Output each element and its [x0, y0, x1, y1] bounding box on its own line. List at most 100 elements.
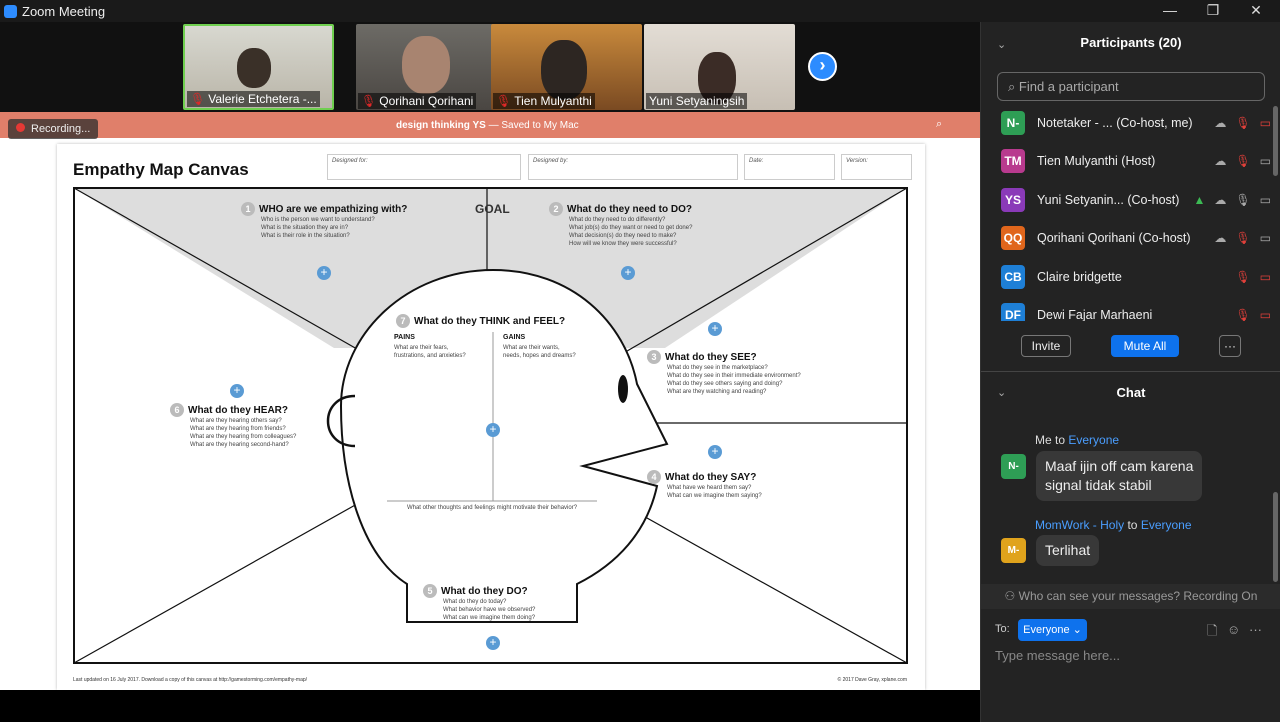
participants-header: Participants (20) — [1080, 35, 1182, 50]
chat-bubble: Terlihat — [1036, 535, 1100, 566]
video-off-icon[interactable]: ▭ — [1260, 116, 1271, 130]
video-icon[interactable]: ▭ — [1260, 193, 1271, 207]
participant-name: Notetaker - ... (Co-host, me) — [1037, 116, 1193, 130]
recipient-dropdown[interactable]: Everyone ⌄ — [1018, 619, 1087, 641]
participant-video — [237, 48, 271, 88]
video-tile[interactable]: 🎙 Qorihani Qorihani — [356, 24, 507, 110]
video-tile[interactable]: 🎙 Tien Mulyanthi — [491, 24, 642, 110]
participant-name: Tien Mulyanthi (Host) — [1037, 154, 1156, 168]
cloud-recording-icon: ☁ — [1214, 116, 1227, 130]
cloud-recording-icon: ☁ — [1214, 231, 1227, 245]
invite-button[interactable]: Invite — [1021, 335, 1071, 357]
to-label: To: — [995, 623, 1010, 635]
chat-avatar: M- — [1001, 538, 1026, 563]
chat-message-header: MomWork - Holy to Everyone — [1035, 518, 1192, 532]
motivate-text: What other thoughts and feelings might m… — [406, 505, 578, 511]
participant-name: Claire bridgette — [1037, 270, 1122, 284]
shared-screen: design thinking YS — Saved to My Mac ⌕ R… — [0, 112, 980, 690]
add-note-icon[interactable]: + — [486, 423, 500, 437]
mic-icon[interactable]: 🎙 — [1235, 193, 1250, 207]
chat-header: Chat — [1116, 385, 1146, 400]
mute-all-button[interactable]: Mute All — [1111, 335, 1179, 357]
pains-block: PAINS What are their fears, frustrations, … — [394, 334, 466, 359]
minimize-button[interactable]: — — [1150, 0, 1190, 22]
section-see: 3 What do they SEE? What do they see in t… — [647, 350, 847, 396]
title-bar: Zoom Meeting — [0, 0, 1280, 22]
section-think-feel: 7 What do they THINK and FEEL? — [396, 314, 616, 328]
add-note-icon[interactable]: + — [486, 636, 500, 650]
section-do-need: 2 What do they need to DO? What do they n… — [549, 202, 749, 248]
participant-row[interactable]: QQ Qorihani Qorihani (Co-host) ☁ 🎙 ▭ — [1001, 224, 1271, 252]
chat-scrollbar[interactable] — [1273, 492, 1278, 582]
muted-mic-icon[interactable]: 🎙 — [1235, 231, 1250, 245]
add-note-icon[interactable]: + — [230, 384, 244, 398]
muted-mic-icon: 🎙 — [496, 94, 512, 108]
chat-avatar: N- — [1001, 454, 1026, 479]
tile-name: 🎙 Tien Mulyanthi — [493, 93, 595, 109]
muted-mic-icon[interactable]: 🎙 — [1235, 154, 1250, 168]
emoji-icon[interactable]: ☺ — [1227, 622, 1240, 637]
participant-name: Qorihani Qorihani (Co-host) — [1037, 231, 1191, 245]
add-note-icon[interactable]: + — [708, 322, 722, 336]
goal-label: GOAL — [475, 202, 510, 216]
canvas-footer-left: Last updated on 16 July 2017. Download a… — [73, 677, 308, 683]
record-dot-icon — [16, 123, 25, 132]
participant-search-input[interactable]: ⌕ Find a participant — [997, 72, 1265, 101]
file-icon[interactable]: 🗋 — [1207, 622, 1217, 644]
search-icon: ⌕ — [1008, 79, 1019, 94]
eye — [618, 375, 628, 403]
participant-row[interactable]: DF Dewi Fajar Marhaeni 🎙 ▭ — [1001, 301, 1271, 321]
participant-row[interactable]: CB Claire bridgette 🎙 ▭ — [1001, 263, 1271, 291]
recording-indicator[interactable]: Recording... — [8, 119, 99, 139]
tile-name: Yuni Setyaningsih — [646, 93, 748, 109]
muted-mic-icon[interactable]: 🎙 — [1235, 308, 1250, 321]
divider-line — [621, 503, 908, 664]
section-say: 4 What do they SAY? What have we heard th… — [647, 470, 847, 500]
empathy-map-canvas: Empathy Map Canvas Designed for: Designe… — [57, 144, 925, 690]
divider-line — [73, 503, 358, 664]
maximize-button[interactable]: ❐ — [1193, 0, 1233, 22]
video-tile[interactable]: Yuni Setyaningsih — [644, 24, 795, 110]
tile-name: 🎙 Qorihani Qorihani — [358, 93, 477, 109]
participant-row[interactable]: YS Yuni Setyanin... (Co-host) ▲ ☁ 🎙 ▭ — [1001, 186, 1271, 214]
more-options-button[interactable]: ··· — [1219, 335, 1241, 357]
avatar: N- — [1001, 111, 1025, 135]
avatar: YS — [1001, 188, 1025, 212]
search-icon[interactable]: ⌕ — [936, 118, 942, 131]
section-do: 5 What do they DO? What do they do today?… — [423, 584, 623, 622]
muted-mic-icon: 🎙 — [190, 92, 206, 106]
meeting-controls-bar — [0, 690, 980, 722]
avatar: DF — [1001, 303, 1025, 321]
next-page-button[interactable]: › — [808, 52, 837, 81]
gains-block: GAINS What are their wants, needs, hopes a… — [503, 334, 576, 359]
window-title: Zoom Meeting — [22, 3, 106, 19]
participant-name: Yuni Setyanin... (Co-host) — [1037, 193, 1180, 207]
screen-share-icon: ▲ — [1193, 193, 1206, 207]
close-button[interactable]: ✕ — [1236, 0, 1276, 22]
video-icon[interactable]: ▭ — [1260, 154, 1271, 168]
video-strip: 🎙 Valerie Etchetera -... 🎙 Qorihani Qoriha… — [0, 22, 980, 112]
chat-privacy-notice[interactable]: ⚇ Who can see your messages? Recording O… — [981, 584, 1280, 609]
side-panel: ⌄ Participants (20) ⌕ Find a participant… — [980, 22, 1280, 722]
chat-message-header: Me to Everyone — [1035, 433, 1120, 447]
tile-name: 🎙 Valerie Etchetera -... — [187, 91, 320, 107]
video-off-icon[interactable]: ▭ — [1260, 308, 1271, 321]
chat-message-input[interactable]: Type message here... — [995, 648, 1267, 708]
participant-row[interactable]: N- Notetaker - ... (Co-host, me) ☁ 🎙 ▭ — [1001, 109, 1271, 137]
add-note-icon[interactable]: + — [708, 445, 722, 459]
more-icon[interactable]: ··· — [1249, 622, 1262, 637]
muted-mic-icon: 🎙 — [361, 94, 377, 108]
participants-scrollbar[interactable] — [1273, 106, 1278, 176]
cloud-recording-icon: ☁ — [1214, 154, 1227, 168]
participant-video — [541, 40, 587, 100]
add-note-icon[interactable]: + — [317, 266, 331, 280]
section-who: 1 WHO are we empathizing with? Who is the… — [241, 202, 441, 240]
video-off-icon[interactable]: ▭ — [1260, 270, 1271, 284]
add-note-icon[interactable]: + — [621, 266, 635, 280]
video-icon[interactable]: ▭ — [1260, 231, 1271, 245]
muted-mic-icon[interactable]: 🎙 — [1235, 116, 1250, 130]
participant-name: Dewi Fajar Marhaeni — [1037, 308, 1153, 321]
participant-row[interactable]: TM Tien Mulyanthi (Host) ☁ 🎙 ▭ — [1001, 147, 1271, 175]
video-tile[interactable]: 🎙 Valerie Etchetera -... — [183, 24, 334, 110]
muted-mic-icon[interactable]: 🎙 — [1235, 270, 1250, 284]
